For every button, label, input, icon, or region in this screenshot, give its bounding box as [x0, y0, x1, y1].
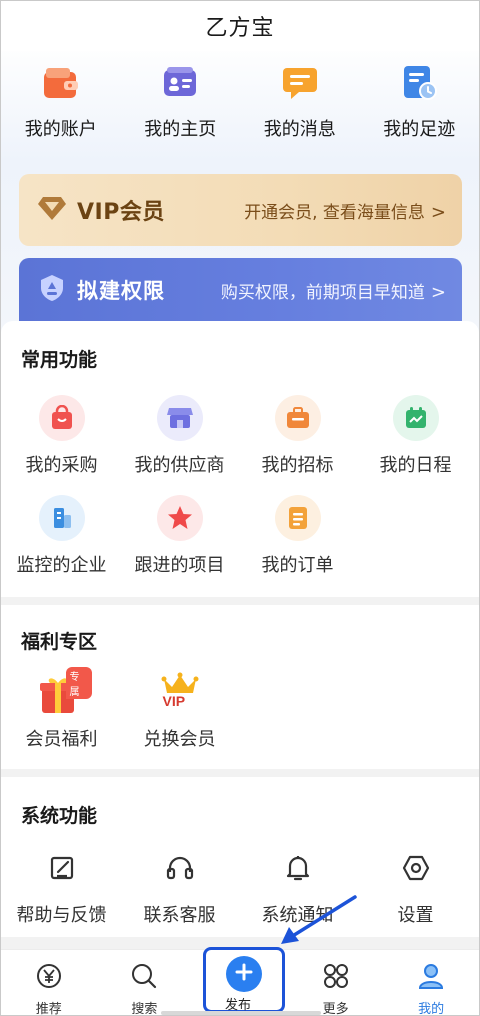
function-label: 我的招标: [261, 455, 334, 476]
welfare-redeem-membership[interactable]: VIP 兑换会员: [122, 669, 237, 769]
system-settings[interactable]: 设置: [358, 845, 473, 945]
system-functions-grid: 帮助与反馈 联系客服 系统通知 设置: [1, 845, 479, 945]
diamond-icon: [37, 195, 67, 225]
permission-subtitle-text: 购买权限，前期项目早知道: [220, 282, 425, 303]
function-label: 我的订单: [261, 555, 334, 576]
app-frame: 乙方宝 我的账户 我的主页 我的消息 我的足迹 VIP会员 开通会员, 查看海量…: [0, 0, 480, 1016]
quick-item-label: 我的足迹: [383, 119, 456, 140]
nav-more[interactable]: 更多: [288, 950, 384, 1016]
function-label: 我的日程: [379, 455, 452, 476]
function-orders[interactable]: 我的订单: [240, 495, 355, 595]
function-schedule[interactable]: 我的日程: [358, 395, 473, 495]
store-icon: [156, 395, 203, 441]
system-functions-section: 系统功能 帮助与反馈 联系客服 系统通知 设置: [1, 777, 479, 937]
nav-label: 推荐: [35, 1002, 62, 1016]
system-help-feedback[interactable]: 帮助与反馈: [4, 845, 119, 945]
shield-badge-icon: [37, 273, 67, 307]
plus-icon: [234, 962, 254, 986]
welfare-section: 福利专区 专属 会员福利 VIP 兑换会员: [1, 605, 479, 769]
common-functions-grid: 我的采购 我的供应商 我的招标 我的日程 监控的企业 跟进的项目 我的订单: [1, 395, 479, 595]
quick-item-homepage[interactable]: 我的主页: [125, 63, 235, 153]
common-functions-section: 常用功能 我的采购 我的供应商 我的招标 我的日程 监控的企业 跟进的项目 我的…: [1, 321, 479, 597]
bell-icon: [275, 845, 321, 891]
quick-item-history[interactable]: 我的足迹: [364, 63, 474, 153]
quick-item-messages[interactable]: 我的消息: [245, 63, 355, 153]
nav-label: 搜索: [131, 1002, 158, 1016]
system-label: 联系客服: [143, 905, 216, 926]
section-divider: [1, 597, 479, 605]
quick-item-label: 我的消息: [263, 119, 336, 140]
headset-icon: [157, 845, 203, 891]
section-title: 福利专区: [21, 631, 98, 653]
gift-icon: 专属: [32, 667, 92, 715]
id-card-icon: [160, 63, 200, 103]
publish-button[interactable]: [226, 956, 262, 992]
quick-item-label: 我的主页: [144, 119, 217, 140]
function-label: 我的供应商: [134, 455, 225, 476]
nav-mine[interactable]: 我的: [383, 950, 479, 1016]
chevron-right-icon: >: [430, 201, 446, 223]
annotation-arrow-icon: [281, 895, 357, 944]
nav-label: 我的: [418, 1002, 445, 1016]
nav-recommend[interactable]: 推荐: [1, 950, 97, 1016]
welfare-label: 兑换会员: [143, 729, 216, 750]
system-label: 帮助与反馈: [16, 905, 107, 926]
permission-title: 拟建权限: [77, 279, 165, 303]
calendar-icon: [392, 395, 439, 441]
vip-subtitle: 开通会员, 查看海量信息 >: [244, 198, 446, 223]
vip-crown-icon: VIP: [157, 669, 203, 715]
system-contact-support[interactable]: 联系客服: [122, 845, 237, 945]
feedback-edit-icon: [39, 845, 85, 891]
function-followed-projects[interactable]: 跟进的项目: [122, 495, 237, 595]
home-indicator: [161, 1011, 321, 1015]
user-icon: [417, 962, 445, 994]
vip-title: VIP会员: [77, 200, 165, 225]
welfare-label: 会员福利: [25, 729, 98, 750]
welfare-member-benefits[interactable]: 专属 会员福利: [4, 667, 119, 769]
settings-icon: [393, 845, 439, 891]
shopping-bag-icon: [38, 395, 85, 441]
system-label: 设置: [397, 905, 434, 926]
function-purchase[interactable]: 我的采购: [4, 395, 119, 495]
chevron-right-icon: >: [430, 281, 446, 303]
nav-search[interactable]: 搜索: [97, 950, 193, 1016]
star-icon: [156, 495, 203, 541]
function-monitored-companies[interactable]: 监控的企业: [4, 495, 119, 595]
permission-subtitle: 购买权限，前期项目早知道 >: [221, 278, 446, 303]
function-bidding[interactable]: 我的招标: [240, 395, 355, 495]
wallet-icon: [41, 63, 81, 103]
vip-text: VIP: [162, 693, 186, 709]
function-suppliers[interactable]: 我的供应商: [122, 395, 237, 495]
function-label: 监控的企业: [16, 555, 107, 576]
yen-icon: [35, 962, 63, 994]
vip-banner[interactable]: VIP会员 开通会员, 查看海量信息 >: [19, 174, 462, 246]
section-divider: [1, 769, 479, 777]
function-label: 跟进的项目: [134, 555, 225, 576]
nav-label: 更多: [322, 1002, 349, 1016]
vip-subtitle-text: 开通会员, 查看海量信息: [244, 202, 425, 223]
welfare-grid: 专属 会员福利 VIP 兑换会员: [1, 667, 479, 769]
title-bar: 乙方宝: [1, 1, 479, 51]
exclusive-badge: 专属: [65, 667, 92, 699]
history-doc-icon: [399, 63, 439, 103]
section-title: 常用功能: [21, 349, 98, 371]
order-list-icon: [274, 495, 321, 541]
quick-item-account[interactable]: 我的账户: [6, 63, 116, 153]
page-title: 乙方宝: [205, 16, 275, 41]
message-icon: [280, 63, 320, 103]
search-icon: [130, 962, 158, 994]
quick-actions: 我的账户 我的主页 我的消息 我的足迹: [1, 63, 479, 153]
section-title: 系统功能: [21, 805, 98, 827]
briefcase-icon: [274, 395, 321, 441]
building-icon: [38, 495, 85, 541]
quick-item-label: 我的账户: [24, 119, 97, 140]
permission-banner[interactable]: 拟建权限 购买权限，前期项目早知道 >: [19, 258, 462, 322]
grid-icon: [322, 962, 350, 994]
function-label: 我的采购: [25, 455, 98, 476]
